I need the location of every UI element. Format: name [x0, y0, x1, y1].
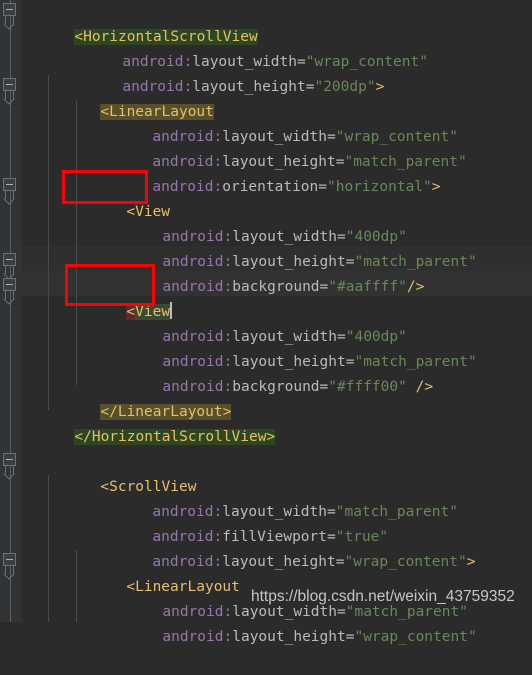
fold-marker-scrollview[interactable]	[3, 453, 18, 474]
indent-guide	[48, 75, 49, 410]
fold-tail-icon	[5, 465, 14, 474]
code-line[interactable]: <LinearLayout	[22, 550, 532, 595]
fold-marker-inner-linearlayout[interactable]	[3, 553, 18, 574]
indent-guide	[76, 550, 77, 622]
fold-tail-icon	[5, 265, 14, 274]
code-line[interactable]: <LinearLayout	[22, 75, 532, 120]
code-line[interactable]: android:fillViewport="true"	[22, 500, 532, 545]
code-line[interactable]: android:layout_height="match_parent"	[22, 225, 532, 270]
fold-tail-icon	[5, 190, 14, 199]
indent-guide	[76, 100, 77, 385]
code-line[interactable]: <View	[22, 175, 532, 220]
code-line-active[interactable]: <View	[22, 275, 532, 320]
code-line[interactable]: <ScrollView	[22, 450, 532, 495]
code-line[interactable]: android:background="#ffff00" />	[22, 350, 532, 395]
xml-code-editor[interactable]: <HorizontalScrollView android:layout_wid…	[0, 0, 532, 645]
code-line[interactable]: android:layout_width="400dp"	[22, 300, 532, 345]
code-line[interactable]: </LinearLayout>	[22, 375, 532, 420]
code-line[interactable]: android:layout_height="match_parent"	[22, 325, 532, 370]
code-line[interactable]: android:orientation="horizontal">	[22, 150, 532, 195]
fold-marker-view-1[interactable]	[3, 178, 18, 199]
fold-tail-icon	[5, 565, 14, 574]
fold-tail-icon	[5, 290, 14, 299]
code-line[interactable]: android:layout_width="match_parent"	[22, 475, 532, 520]
code-line[interactable]: </HorizontalScrollView>	[22, 400, 532, 445]
fold-tail-icon	[5, 15, 14, 24]
csdn-watermark: https://blog.csdn.net/weixin_43759352	[251, 588, 515, 605]
fold-marker-view-2b[interactable]	[3, 278, 18, 299]
code-line[interactable]: android:layout_width="wrap_content"	[22, 100, 532, 145]
code-line[interactable]: android:layout_width="400dp"	[22, 200, 532, 245]
fold-marker-horizontalscrollview[interactable]	[3, 3, 18, 24]
attr-equals: =	[345, 629, 355, 645]
attr-namespace: android:	[162, 629, 233, 645]
code-line-blank[interactable]	[22, 425, 532, 450]
fold-marker-view-2[interactable]	[3, 253, 18, 274]
code-line[interactable]: android:background="#aaffff"/>	[22, 250, 532, 295]
code-text-area[interactable]: <HorizontalScrollView android:layout_wid…	[22, 0, 532, 645]
code-line[interactable]: android:layout_height="200dp">	[22, 50, 532, 95]
code-line[interactable]: <HorizontalScrollView	[22, 0, 532, 45]
attr-name: layout_height	[232, 629, 346, 645]
code-line[interactable]: android:layout_height="match_parent"	[22, 125, 532, 170]
attr-value: "wrap_content"	[354, 629, 477, 645]
indent-guide	[48, 475, 49, 622]
code-line[interactable]: android:layout_width="wrap_content"	[22, 25, 532, 70]
fold-marker-linearlayout[interactable]	[3, 78, 18, 99]
code-line[interactable]: android:layout_height="wrap_content">	[22, 525, 532, 570]
fold-tail-icon	[5, 90, 14, 99]
